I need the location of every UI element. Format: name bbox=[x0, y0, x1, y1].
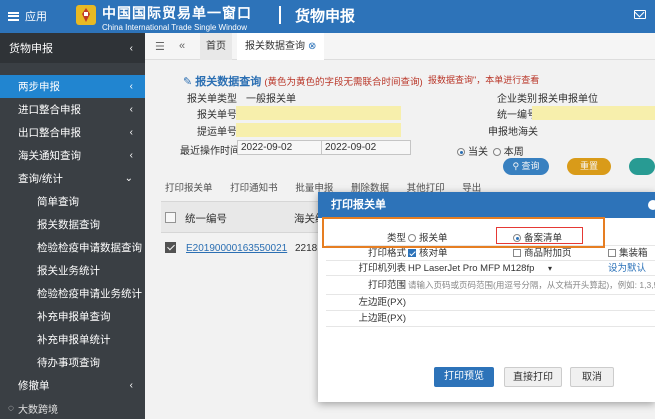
close-tab-icon[interactable]: ⊗ bbox=[308, 41, 316, 52]
sidebar-sub-supplement-query[interactable]: 补充申报单查询 bbox=[0, 305, 145, 328]
sidebar-sub-todo-query[interactable]: 待办事项查询 bbox=[0, 351, 145, 374]
watermark-logo-icon: ◌ bbox=[8, 403, 14, 414]
format-extra-option[interactable]: 商品附加页 bbox=[513, 246, 572, 261]
printer-row: 打印机列表 HP LaserJet Pro MFP M128fp ▾ 设为默认 bbox=[326, 261, 655, 276]
chevron-down-icon: ⌄ bbox=[124, 173, 133, 184]
sidebar-sub-decl-data-query[interactable]: 报关数据查询 bbox=[0, 213, 145, 236]
print-dialog-title: 打印报关单 bbox=[318, 192, 655, 218]
sidebar-sub-inspection-query[interactable]: 检验检疫申请数据查询 bbox=[0, 236, 145, 259]
chevron-left-icon: ‹ bbox=[129, 42, 133, 54]
dialog-close-icon[interactable] bbox=[648, 200, 655, 210]
system-title: 货物申报 bbox=[295, 7, 356, 25]
sidebar-sub-simple-query[interactable]: 简单查询 bbox=[0, 190, 145, 213]
sidebar-sub-inspection-stats[interactable]: 检验检疫申请业务统计 bbox=[0, 282, 145, 305]
print-preview-button[interactable]: 打印预览 bbox=[434, 367, 494, 387]
app-menu-label: 应用 bbox=[25, 11, 47, 23]
cancel-button[interactable]: 取消 bbox=[570, 367, 614, 387]
checkbox-checked-icon bbox=[408, 249, 416, 257]
brand: 中国国际贸易单一窗口 China International Trade Sin… bbox=[102, 3, 252, 32]
left-margin-input[interactable] bbox=[408, 295, 655, 310]
sidebar-section-title[interactable]: 货物申报 ‹ bbox=[0, 33, 145, 63]
hamburger-icon bbox=[8, 11, 19, 21]
sidebar-item-import[interactable]: 进口整合申报 ‹ bbox=[0, 98, 145, 121]
chevron-left-icon: ‹ bbox=[129, 380, 133, 391]
sidebar: 货物申报 ‹ 两步申报 ‹ 进口整合申报 ‹ 出口整合申报 ‹ 海关通知查询 ‹… bbox=[0, 33, 145, 419]
chevron-left-icon: ‹ bbox=[129, 150, 133, 161]
direct-print-button[interactable]: 直接打印 bbox=[504, 367, 562, 387]
range-row: 打印范围 请输入页码或页码范围(用逗号分隔，从文档开头算起)，例如: 1,3,5 bbox=[326, 278, 655, 295]
checkbox-icon bbox=[513, 249, 521, 257]
range-input[interactable]: 请输入页码或页码范围(用逗号分隔，从文档开头算起)，例如: 1,3,5 bbox=[408, 278, 655, 294]
sidebar-item-customs-notice[interactable]: 海关通知查询 ‹ bbox=[0, 144, 145, 167]
top-margin-row: 上边距(PX) bbox=[326, 311, 655, 327]
tab-decl-data-query[interactable]: 报关数据查询 ⊗ bbox=[237, 33, 325, 60]
brand-cn: 中国国际贸易单一窗口 bbox=[102, 6, 252, 22]
tab-bar: ☰ « 首页 报关数据查询 ⊗ bbox=[145, 33, 655, 60]
app-menu-button[interactable]: 应用 bbox=[8, 8, 47, 24]
top-header: 应用 中国国际贸易单一窗口 China International Trade … bbox=[0, 0, 655, 33]
single-window-logo-icon bbox=[76, 5, 96, 25]
sidebar-item-two-step[interactable]: 两步申报 ‹ bbox=[0, 75, 145, 98]
format-row: 打印格式 核对单 商品附加页 集装箱 bbox=[326, 246, 655, 261]
format-check-option[interactable]: 核对单 bbox=[408, 248, 448, 259]
format-container-option[interactable]: 集装箱 bbox=[608, 246, 648, 261]
sidebar-sub-decl-stats[interactable]: 报关业务统计 bbox=[0, 259, 145, 282]
menu-toggle-icon[interactable]: ☰ bbox=[155, 40, 165, 53]
sidebar-item-revoke[interactable]: 修撤单 ‹ bbox=[0, 374, 145, 397]
tab-scroll-left-icon[interactable]: « bbox=[179, 40, 185, 52]
red-highlight-box bbox=[496, 227, 583, 244]
sidebar-sub-supplement-stats[interactable]: 补充申报单统计 bbox=[0, 328, 145, 351]
left-margin-row: 左边距(PX) bbox=[326, 295, 655, 311]
top-margin-input[interactable] bbox=[408, 311, 655, 326]
chevron-left-icon: ‹ bbox=[129, 104, 133, 115]
printer-select[interactable]: HP LaserJet Pro MFP M128fp bbox=[408, 263, 534, 274]
tab-home[interactable]: 首页 bbox=[200, 33, 232, 60]
chevron-left-icon: ‹ bbox=[129, 127, 133, 138]
chevron-left-icon: ‹ bbox=[129, 81, 133, 92]
brand-en: China International Trade Single Window bbox=[102, 23, 247, 32]
watermark: ◌ 大数跨境 bbox=[8, 403, 58, 416]
sidebar-item-export[interactable]: 出口整合申报 ‹ bbox=[0, 121, 145, 144]
sidebar-item-query-stats[interactable]: 查询/统计 ⌄ bbox=[0, 167, 145, 190]
set-default-link[interactable]: 设为默认 bbox=[608, 261, 646, 276]
header-divider bbox=[279, 6, 281, 24]
dropdown-icon[interactable]: ▾ bbox=[548, 261, 552, 276]
mail-icon[interactable] bbox=[634, 10, 646, 19]
checkbox-icon bbox=[608, 249, 616, 257]
